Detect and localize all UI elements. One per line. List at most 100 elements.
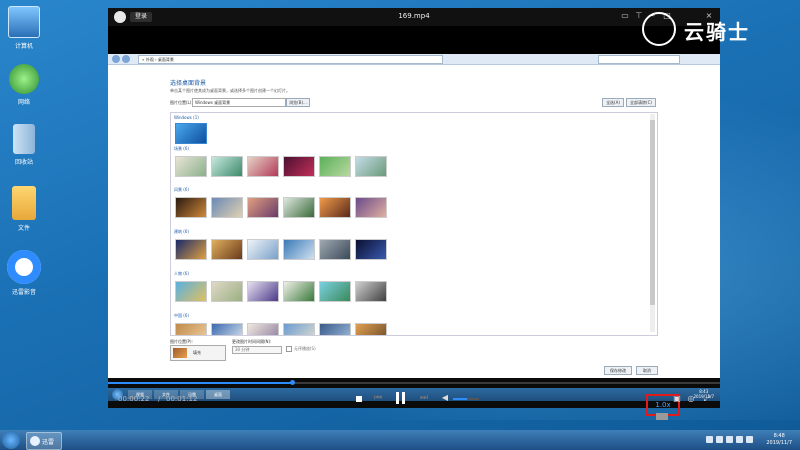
wallpaper-thumbnail[interactable] — [247, 156, 279, 177]
wallpaper-thumbnail[interactable] — [211, 323, 243, 335]
wallpaper-thumbnail[interactable] — [175, 197, 207, 218]
page-subtitle: 单击某个图片使其成为桌面背景，或选择多个图片创建一个幻灯片。 — [170, 88, 290, 93]
wallpaper-thumbnail[interactable] — [319, 281, 351, 302]
wallpaper-thumbnail[interactable] — [175, 239, 207, 260]
speaker-icon[interactable] — [746, 436, 753, 443]
search-input[interactable] — [598, 55, 680, 64]
wallpaper-thumbnail[interactable] — [283, 239, 315, 260]
checkbox-icon — [286, 346, 292, 352]
wallpaper-thumbnail[interactable] — [283, 197, 315, 218]
total-time: 00:01:12 — [166, 395, 198, 403]
wallpaper-thumbnail[interactable] — [247, 323, 279, 335]
wallpaper-thumbnail[interactable] — [319, 323, 351, 335]
position-preview-image — [173, 348, 187, 358]
wallpaper-thumbnail[interactable] — [355, 281, 387, 302]
back-icon[interactable] — [112, 55, 120, 63]
stop-button[interactable] — [354, 394, 364, 404]
help-icon[interactable] — [716, 436, 723, 443]
progress-bar[interactable] — [108, 380, 720, 385]
wallpaper-thumbnail[interactable] — [211, 156, 243, 177]
desktop-icon-network[interactable]: 网络 — [4, 64, 44, 106]
start-button[interactable] — [2, 431, 20, 449]
taskbar-item-player[interactable]: 迅雷 — [26, 432, 62, 450]
flag-icon[interactable] — [736, 436, 743, 443]
video-player-window: 登录 169.mp4 ▭ ⊤ – □ × « 外观 › 桌面背景 选择桌面背景 … — [108, 8, 720, 420]
screenshot-button[interactable]: ▣ — [672, 394, 682, 403]
wallpaper-thumbnail[interactable] — [175, 323, 207, 335]
clear-all-button[interactable]: 全部清除(C) — [626, 98, 656, 107]
wallpaper-thumbnail[interactable] — [355, 323, 387, 335]
location-label: 图片位置(L): — [170, 100, 193, 105]
taskbar-item-label: 迅雷 — [42, 439, 55, 446]
progress-handle[interactable] — [289, 380, 295, 385]
wallpaper-thumbnail[interactable] — [283, 281, 315, 302]
category-header[interactable]: 风景 (6) — [174, 187, 189, 193]
keyboard-icon[interactable] — [706, 436, 713, 443]
desktop-icon-computer[interactable]: 计算机 — [4, 6, 44, 50]
wallpaper-thumbnail[interactable] — [175, 156, 207, 177]
browse-button[interactable]: 浏览(B)... — [286, 98, 310, 107]
wallpaper-thumbnail[interactable] — [355, 239, 387, 260]
volume-button[interactable]: ◀ — [440, 393, 450, 402]
wallpaper-thumbnail[interactable] — [355, 197, 387, 218]
wallpaper-thumbnail[interactable] — [211, 239, 243, 260]
wallpaper-thumbnail[interactable] — [247, 281, 279, 302]
desktop-icon-folder[interactable]: 文件 — [4, 186, 44, 232]
network-tray-icon[interactable] — [726, 436, 733, 443]
wallpaper-thumbnail[interactable] — [247, 197, 279, 218]
category-header[interactable]: 中国 (6) — [174, 313, 189, 319]
wallpaper-thumbnail[interactable] — [211, 281, 243, 302]
mini-mode-icon[interactable]: ▭ — [620, 11, 630, 21]
forward-icon[interactable] — [122, 55, 130, 63]
video-frame[interactable]: « 外观 › 桌面背景 选择桌面背景 单击某个图片使其成为桌面背景，或选择多个图… — [108, 26, 720, 401]
desktop-icon-label: 文件 — [17, 225, 30, 232]
wallpaper-thumbnail[interactable] — [319, 197, 351, 218]
address-bar: « 外观 › 桌面背景 — [108, 54, 720, 65]
wallpaper-thumbnail[interactable] — [283, 156, 315, 177]
save-changes-button[interactable]: 保存修改 — [604, 366, 632, 375]
wallpaper-thumbnail[interactable] — [355, 156, 387, 177]
wallpaper-thumbnail[interactable] — [175, 123, 207, 144]
watermark-logo-icon — [642, 12, 676, 46]
settings-icon: ◎ — [687, 394, 695, 403]
player-title-bar: 登录 169.mp4 ▭ ⊤ – □ × — [108, 8, 720, 26]
system-clock[interactable]: 8:48 2019/11/7 — [766, 433, 792, 447]
clock-date: 2019/11/7 — [766, 440, 792, 446]
category-header[interactable]: 场景 (6) — [174, 146, 189, 152]
volume-fill — [453, 398, 468, 400]
interval-select[interactable]: 30 分钟 — [232, 346, 282, 354]
next-button[interactable]: ⏭ — [418, 393, 430, 403]
location-select[interactable]: Windows 桌面背景 — [192, 98, 286, 107]
clock-time: 8:48 — [773, 433, 785, 439]
category-header[interactable]: Windows (1) — [174, 115, 199, 120]
desktop-icon-player[interactable]: 迅雷影音 — [4, 250, 44, 296]
pause-button[interactable] — [394, 390, 408, 406]
scrollbar-thumb[interactable] — [650, 120, 655, 305]
volume-icon: ◀ — [441, 393, 449, 402]
wallpaper-thumbnail[interactable] — [247, 239, 279, 260]
previous-button[interactable]: ⏮ — [372, 393, 384, 403]
stop-icon — [356, 396, 362, 402]
wallpaper-thumbnail[interactable] — [175, 281, 207, 302]
shuffle-checkbox[interactable]: 无序播放(S) — [286, 346, 316, 352]
cancel-button[interactable]: 取消 — [636, 366, 658, 375]
current-time: 00:00:22 — [118, 395, 150, 403]
wallpaper-thumbnail[interactable] — [319, 156, 351, 177]
mouse-cursor-icon — [444, 272, 448, 278]
position-select[interactable]: 填充 — [170, 345, 226, 361]
wallpaper-thumbnail[interactable] — [283, 323, 315, 335]
desktop-icon-recycle-bin[interactable]: 回收站 — [4, 124, 44, 166]
inner-taskbar-item[interactable]: 桌面 — [206, 390, 230, 399]
desktop-icon-label: 网络 — [17, 99, 30, 106]
settings-button[interactable]: ◎ — [686, 394, 696, 403]
category-header[interactable]: 人物 (6) — [174, 271, 189, 277]
wallpaper-thumbnail[interactable] — [211, 197, 243, 218]
volume-slider[interactable] — [453, 398, 479, 400]
wallpaper-thumbnail[interactable] — [319, 239, 351, 260]
address-path[interactable]: « 外观 › 桌面背景 — [138, 55, 443, 64]
category-header[interactable]: 建筑 (6) — [174, 229, 189, 235]
fullscreen-button[interactable]: ⤢ — [702, 394, 712, 404]
select-all-button[interactable]: 全选(A) — [602, 98, 624, 107]
inner-taskbar: 视频 文件 迅雷 桌面 8:43 2019/11/7 — [108, 388, 720, 401]
gallery-scrollbar[interactable] — [650, 114, 655, 332]
